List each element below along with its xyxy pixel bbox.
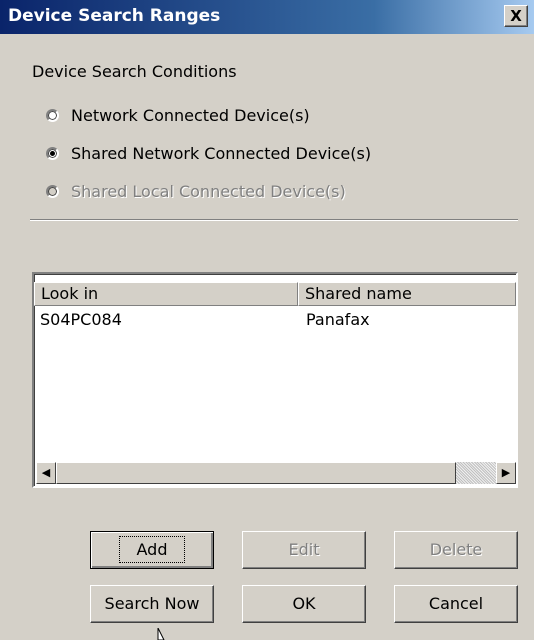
add-button-label: Add	[118, 536, 186, 563]
radio-network-connected[interactable]: Network Connected Device(s)	[46, 104, 310, 126]
scrollbar-track[interactable]	[456, 462, 496, 484]
radio-label: Shared Local Connected Device(s)	[71, 181, 346, 201]
radio-disabled-icon	[46, 184, 59, 198]
ok-button[interactable]: OK	[242, 585, 366, 623]
mouse-pointer-icon	[157, 628, 165, 640]
horizontal-scrollbar[interactable]: ◀ ▶	[36, 462, 516, 484]
search-now-button[interactable]: Search Now	[90, 585, 214, 623]
radio-label: Shared Network Connected Device(s)	[71, 143, 372, 163]
list-cell-shared-name[interactable]: Panafax	[306, 310, 370, 329]
scroll-right-icon[interactable]: ▶	[496, 462, 516, 484]
radio-shared-local-connected: Shared Local Connected Device(s)	[46, 180, 346, 202]
edit-button: Edit	[242, 531, 366, 569]
search-range-list[interactable]: Look in Shared name S04PC084 Panafax ◀ ▶	[32, 272, 518, 488]
search-conditions-label: Device Search Conditions	[32, 62, 237, 81]
dialog-title: Device Search Ranges	[8, 6, 221, 26]
cancel-button[interactable]: Cancel	[394, 585, 518, 623]
close-button[interactable]: X	[504, 5, 528, 27]
radio-shared-network-connected[interactable]: Shared Network Connected Device(s)	[46, 142, 371, 164]
scrollbar-thumb[interactable]	[56, 462, 456, 484]
device-search-ranges-dialog: Device Search Ranges X Device Search Con…	[0, 0, 534, 640]
column-header-look-in[interactable]: Look in	[34, 282, 298, 306]
radio-checked-icon[interactable]	[46, 146, 59, 160]
add-button[interactable]: Add	[90, 531, 214, 569]
radio-unchecked-icon[interactable]	[46, 108, 59, 122]
scroll-left-icon[interactable]: ◀	[36, 462, 56, 484]
delete-button: Delete	[394, 531, 518, 569]
column-header-shared-name[interactable]: Shared name	[298, 282, 516, 306]
list-cell-look-in[interactable]: S04PC084	[40, 310, 122, 329]
title-bar[interactable]: Device Search Ranges X	[0, 0, 534, 34]
separator	[30, 219, 518, 221]
radio-label: Network Connected Device(s)	[71, 105, 310, 125]
